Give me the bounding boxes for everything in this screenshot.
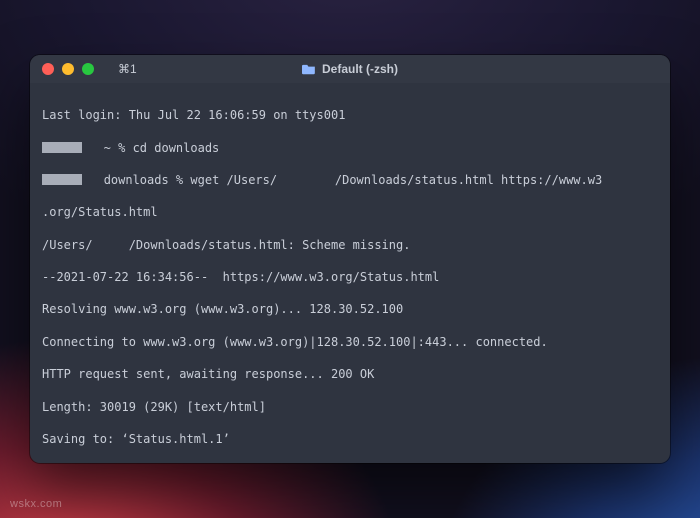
saving-line: Saving to: ‘Status.html.1’ [42,431,658,447]
zoom-icon[interactable] [82,63,94,75]
cmd-1: cd downloads [133,141,220,155]
tab-shortcut-label: ⌘1 [118,62,137,76]
timestamp-line: --2021-07-22 16:34:56-- https://www.w3.o… [42,269,658,285]
prompt-line-2: downloads % wget /Users/ /Downloads/stat… [42,172,658,188]
folder-icon [302,63,316,75]
resolving-line: Resolving www.w3.org (www.w3.org)... 128… [42,301,658,317]
redacted-user [42,174,82,185]
minimize-icon[interactable] [62,63,74,75]
terminal-window: ⌘1 Default (-zsh) Last login: Thu Jul 22… [30,55,670,463]
last-login-line: Last login: Thu Jul 22 16:06:59 on ttys0… [42,107,658,123]
connecting-line: Connecting to www.w3.org (www.w3.org)|12… [42,334,658,350]
length-line: Length: 30019 (29K) [text/html] [42,399,658,415]
window-title: Default (-zsh) [302,62,398,76]
close-icon[interactable] [42,63,54,75]
window-controls [30,63,94,75]
scheme-missing-line: /Users/ /Downloads/status.html: Scheme m… [42,237,658,253]
titlebar: ⌘1 Default (-zsh) [30,55,670,83]
redacted-user [42,142,82,153]
terminal-content[interactable]: Last login: Thu Jul 22 16:06:59 on ttys0… [30,83,670,463]
http-request-line: HTTP request sent, awaiting response... … [42,366,658,382]
prompt-line-2-wrap: .org/Status.html [42,204,658,220]
watermark: wskx.com [10,498,62,510]
prompt-line-1: ~ % cd downloads [42,140,658,156]
cmd-2: wget /Users/ /Downloads/status.html http… [190,173,602,187]
window-title-text: Default (-zsh) [322,62,398,76]
